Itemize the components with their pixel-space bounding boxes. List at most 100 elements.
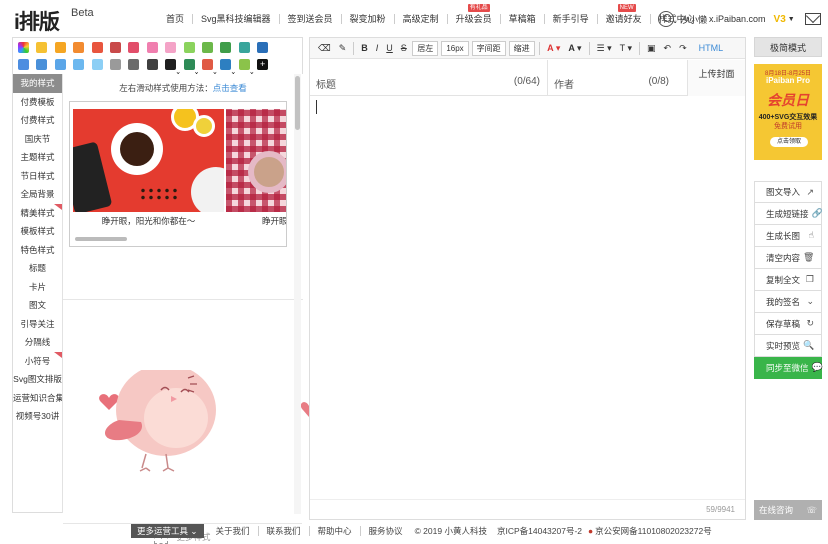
font-size-select[interactable]: 16px — [441, 40, 469, 56]
text-format-icon[interactable]: T ▾ — [618, 42, 634, 55]
tool-button[interactable]: 复制全文 ❐ — [754, 269, 822, 291]
color-swatch[interactable] — [220, 42, 232, 53]
nav-item[interactable]: 升级会员 有礼品 — [446, 4, 500, 24]
style-category-item[interactable]: 标题 — [13, 259, 62, 278]
tool-button[interactable]: 图文导入 ↗ — [754, 181, 822, 203]
style-category-item[interactable]: 引导关注 — [13, 315, 62, 334]
style-category-item[interactable]: 付费样式 — [13, 111, 62, 130]
nav-item[interactable]: 签到送会员 — [278, 14, 341, 24]
promo-banner[interactable]: 8月18日-8月25日 iPaiban Pro 会员日 400+SVG交互效果 … — [754, 64, 822, 160]
logo[interactable]: i排版 — [14, 6, 60, 36]
nav-item[interactable]: 草稿箱 — [499, 14, 544, 24]
tool-button[interactable]: 实时预览 🔍 — [754, 335, 822, 357]
nav-item[interactable]: Svg黑科技编辑器 — [192, 14, 279, 24]
color-swatch[interactable] — [110, 59, 121, 70]
user-name[interactable]: 沙小懒 — [680, 13, 707, 26]
tool-button[interactable]: 同步至微信 💬 — [754, 357, 823, 379]
list-icon[interactable]: ☰ ▾ — [595, 42, 614, 55]
italic-button[interactable]: I — [374, 42, 381, 55]
style-card-carousel[interactable]: 睁开眼，阳光和你都在～ 睁开眼 — [69, 101, 287, 247]
color-swatch[interactable] — [110, 42, 121, 53]
chevron-down-icon[interactable]: ▼ — [788, 16, 795, 23]
indent-select[interactable]: 缩进 — [508, 40, 535, 56]
promo-cta-button[interactable]: 点击领取 — [770, 137, 808, 147]
mail-icon[interactable] — [804, 13, 821, 25]
nav-item[interactable]: 邀请好友 NEW — [596, 4, 650, 24]
nav-item[interactable]: 裂变加粉 — [340, 14, 394, 24]
tool-button[interactable]: 保存草稿 ↻ — [754, 313, 822, 335]
style-category-item[interactable]: 模板样式 — [13, 222, 62, 241]
color-swatch[interactable] — [257, 42, 269, 53]
style-category-item[interactable]: 小符号 — [13, 351, 62, 371]
color-swatch[interactable] — [36, 59, 48, 70]
nav-item[interactable]: 新手引导 — [543, 14, 597, 24]
color-swatch[interactable] — [36, 42, 48, 53]
color-picker-icon[interactable] — [18, 42, 29, 53]
tool-button[interactable]: 生成长图 ☝ — [754, 225, 822, 247]
color-swatch[interactable] — [54, 59, 66, 70]
footer-link[interactable]: 联系我们 — [257, 526, 309, 536]
bold-button[interactable]: B — [359, 42, 370, 55]
strikethrough-button[interactable]: S — [399, 42, 409, 55]
carousel-scrollbar[interactable] — [75, 237, 127, 241]
color-swatch[interactable] — [165, 42, 177, 53]
style-category-item[interactable]: 节日样式 — [13, 167, 62, 186]
tool-button[interactable]: 清空内容 🗑 — [754, 247, 822, 269]
upload-cover-button[interactable]: 上传封面 — [687, 60, 745, 96]
style-category-item[interactable]: 我的样式 — [13, 74, 62, 93]
color-swatch[interactable] — [128, 42, 140, 53]
color-swatch[interactable]: × — [202, 59, 217, 78]
icp-record[interactable]: 京ICP备14043207号-2 — [493, 525, 588, 537]
color-swatch[interactable]: × — [220, 59, 235, 78]
footer-link[interactable]: 帮助中心 — [308, 526, 360, 536]
font-color-icon[interactable]: A ▾ — [545, 42, 562, 55]
title-input[interactable]: 标题 (0/64) — [316, 76, 540, 91]
more-tools-button[interactable]: 更多运营工具 ⌄ — [131, 524, 204, 538]
color-swatch[interactable] — [73, 59, 85, 70]
add-color-button[interactable]: + — [257, 59, 269, 70]
style-category-item[interactable]: 特色样式 — [13, 241, 62, 260]
image-icon[interactable]: ▣ — [645, 42, 658, 55]
html-mode-button[interactable]: HTML — [699, 43, 724, 53]
style-category-item[interactable]: 全局背景 — [13, 185, 62, 204]
tool-button[interactable]: 我的签名 ⌄ — [754, 291, 822, 313]
color-swatch[interactable] — [202, 42, 213, 53]
style-category-item[interactable]: 付费模板 — [13, 93, 62, 112]
editor-body[interactable] — [310, 97, 745, 499]
color-swatch[interactable] — [54, 42, 66, 53]
undo-icon[interactable]: ↶ — [662, 42, 674, 55]
color-swatch[interactable] — [146, 59, 158, 70]
footer-link[interactable]: 关于我们 — [208, 526, 258, 536]
redo-icon[interactable]: ↷ — [677, 42, 689, 55]
underline-button[interactable]: U — [384, 42, 395, 55]
color-swatch[interactable]: × — [165, 59, 180, 78]
nav-item[interactable]: 高级定制 — [393, 14, 447, 24]
footer-link[interactable]: 服务协议 — [359, 526, 411, 536]
letter-spacing-select[interactable]: 字间距 — [471, 40, 506, 56]
color-swatch[interactable]: × — [183, 59, 199, 78]
color-swatch[interactable] — [91, 42, 103, 53]
style-category-item[interactable]: 分隔线 — [13, 333, 62, 352]
style-category-item[interactable]: 国庆节 — [13, 130, 62, 149]
style-category-item[interactable]: 主题样式 — [13, 148, 62, 167]
color-swatch[interactable] — [128, 59, 140, 70]
color-swatch[interactable] — [146, 42, 158, 53]
style-category-item[interactable]: 运营知识合集 — [13, 389, 64, 408]
style-category-item[interactable]: 卡片 — [13, 278, 62, 297]
style-category-item[interactable]: 精美样式 — [13, 203, 62, 223]
color-swatch[interactable] — [238, 42, 250, 53]
bird-sticker[interactable] — [91, 370, 341, 510]
style-category-item[interactable]: Svg图文排版 — [13, 370, 62, 389]
style-category-item[interactable]: 视频号30讲 — [13, 407, 62, 426]
eraser-icon[interactable]: ⌫ — [316, 42, 333, 55]
bg-color-icon[interactable]: A ▾ — [566, 42, 583, 55]
minimal-mode-button[interactable]: 极简模式 — [754, 37, 822, 57]
color-swatch[interactable] — [18, 59, 29, 70]
format-brush-icon[interactable]: ✎ — [337, 42, 349, 55]
style-category-item[interactable]: 图文 — [13, 296, 62, 315]
swipe-hint-link[interactable]: 点击查看 — [213, 83, 247, 93]
tool-button[interactable]: 生成短链接 🔗 — [754, 203, 823, 225]
user-avatar-icon[interactable] — [658, 11, 674, 27]
color-swatch[interactable] — [183, 42, 195, 53]
online-consult-button[interactable]: 在线咨询 ☏ — [754, 500, 822, 520]
